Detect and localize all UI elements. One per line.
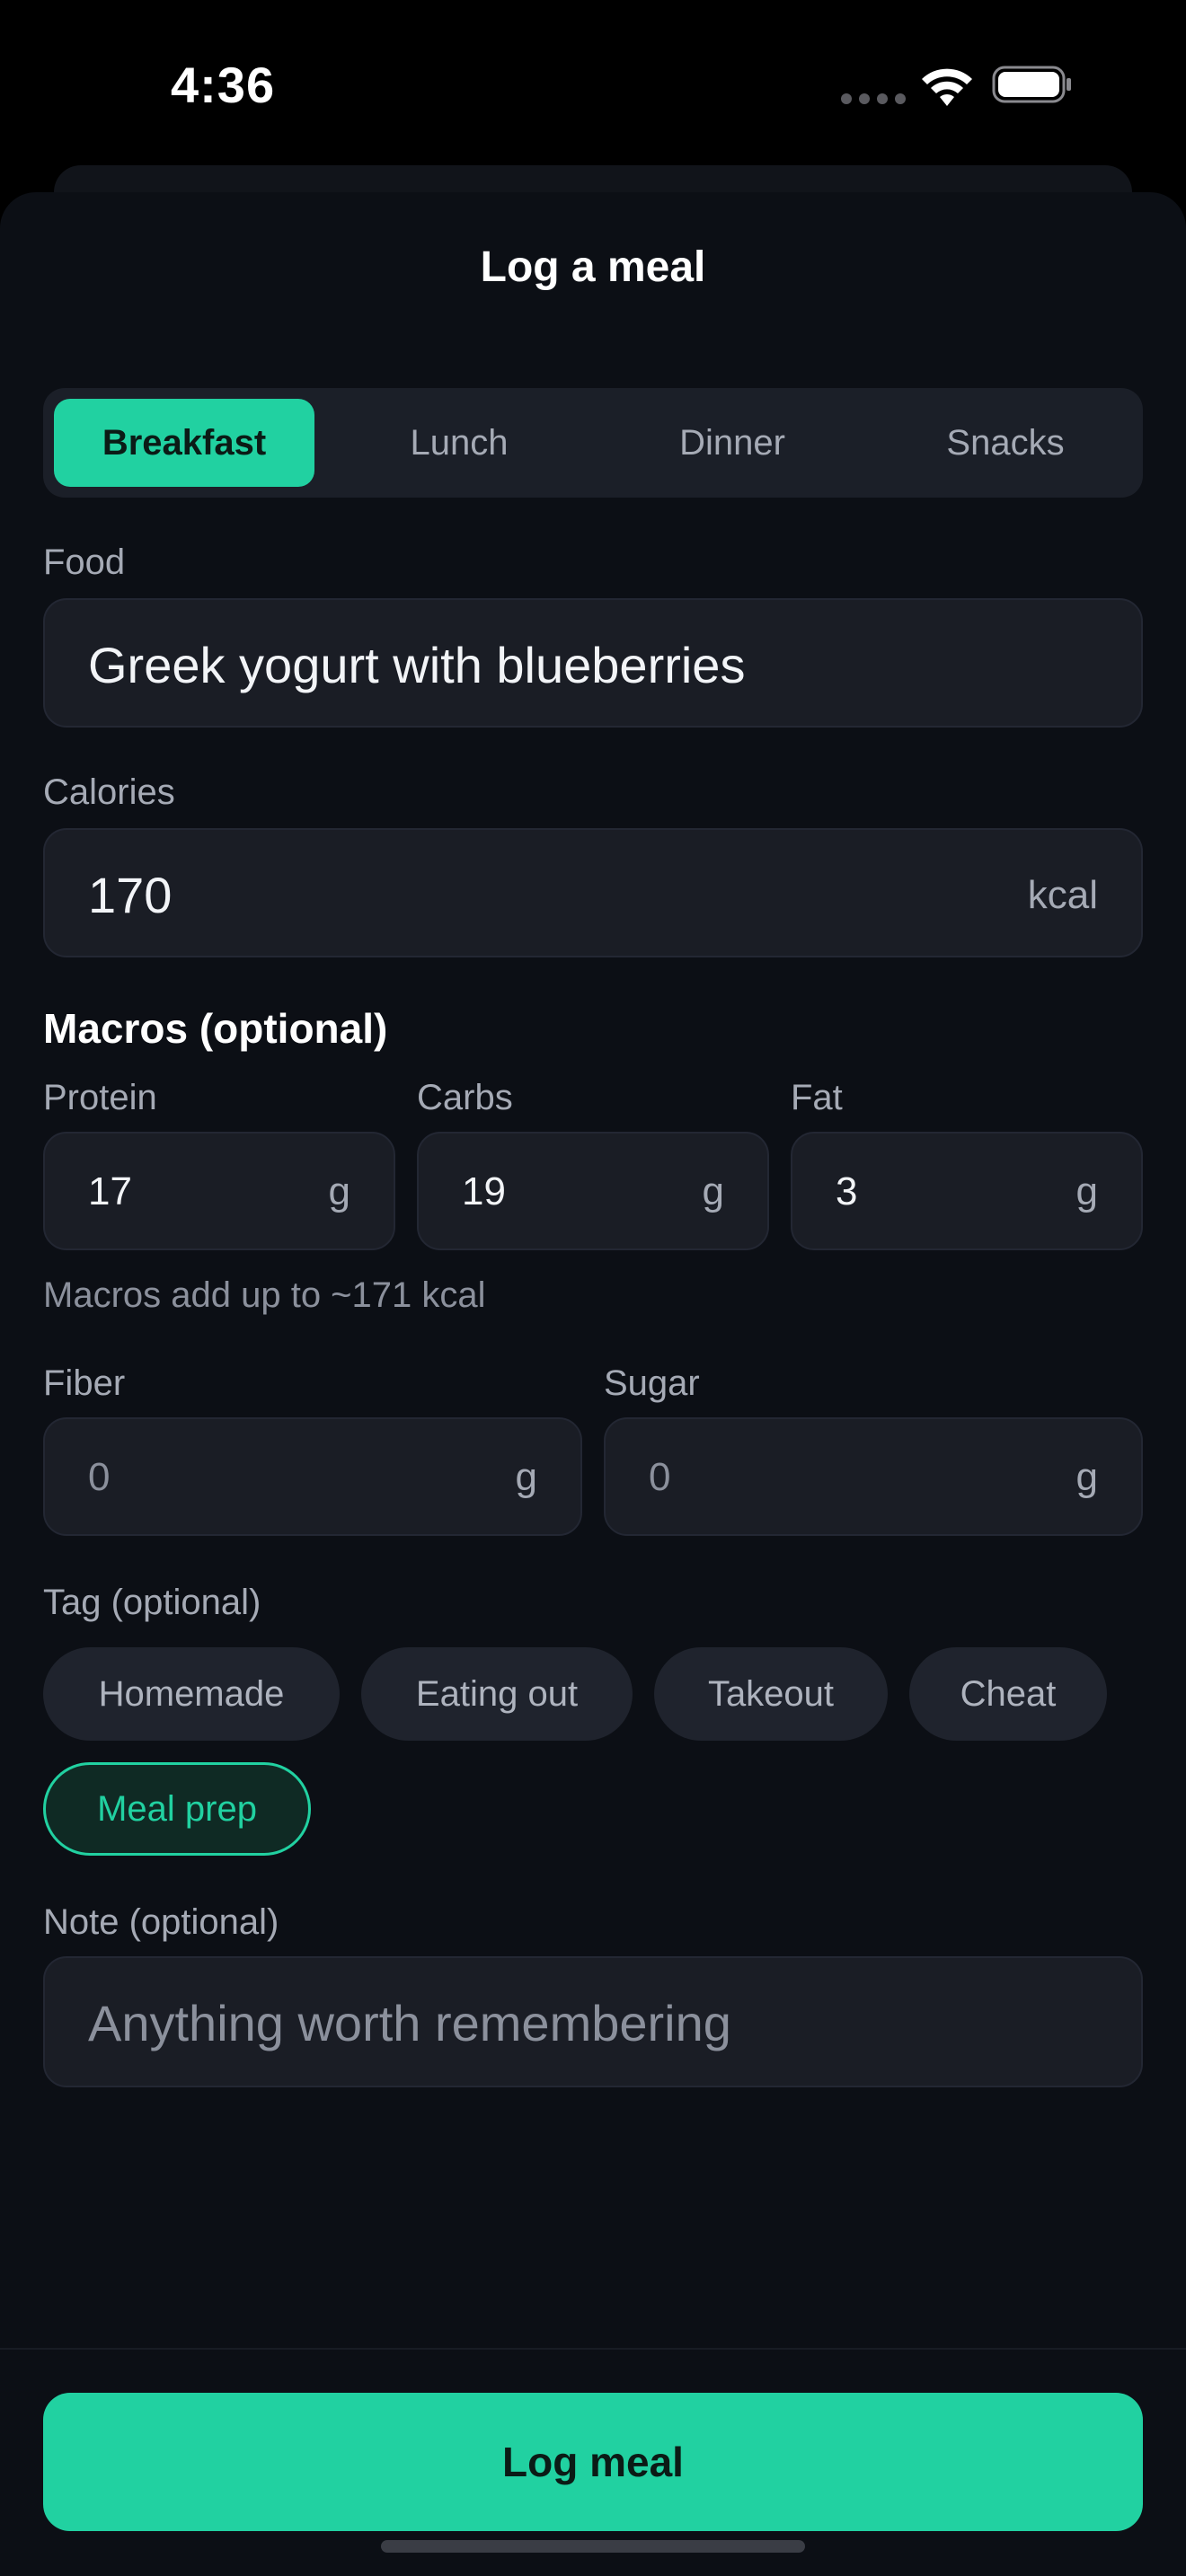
carbs-value: 19 [462,1169,506,1213]
macros-heading: Macros (optional) [43,1005,388,1052]
tab-snacks[interactable]: Snacks [875,399,1136,487]
fat-value: 3 [836,1169,858,1213]
battery-icon [992,66,1071,103]
sheet-title: Log a meal [480,243,706,291]
protein-input[interactable]: 17 g [43,1132,395,1250]
fiber-label: Fiber [43,1363,126,1403]
sugar-placeholder: 0 [649,1455,671,1499]
fiber-unit: g [515,1455,537,1499]
calories-input[interactable]: 170 kcal [43,828,1143,957]
protein-value: 17 [88,1169,132,1213]
calories-input-value: 170 [88,867,173,923]
calories-unit: kcal [1027,873,1098,917]
protein-unit: g [328,1169,350,1213]
note-input[interactable]: Anything worth remembering [43,1956,1143,2087]
carbs-unit: g [702,1169,724,1213]
carbs-input[interactable]: 19 g [417,1132,769,1250]
note-placeholder: Anything worth remembering [88,1995,731,2051]
calories-label: Calories [43,772,175,812]
fat-label: Fat [791,1078,843,1117]
wifi-icon [922,68,972,106]
fiber-input[interactable]: 0 g [43,1417,582,1536]
footer-divider [0,2348,1186,2350]
sugar-unit: g [1075,1455,1098,1499]
tag-chip-meal-prep[interactable]: Meal prep [43,1762,311,1856]
carbs-label: Carbs [417,1078,513,1117]
food-label: Food [43,543,126,582]
fat-unit: g [1075,1169,1098,1213]
home-indicator [381,2540,805,2553]
tag-chip-takeout[interactable]: Takeout [654,1647,888,1741]
sugar-label: Sugar [604,1363,700,1403]
meal-type-segmented-control: Breakfast Lunch Dinner Snacks [43,388,1143,498]
tag-label: Tag (optional) [43,1583,261,1622]
tag-chip-homemade[interactable]: Homemade [43,1647,340,1741]
status-time: 4:36 [171,57,276,113]
tag-chip-cheat[interactable]: Cheat [909,1647,1107,1741]
log-meal-sheet [0,192,1186,2576]
tab-lunch[interactable]: Lunch [329,399,589,487]
log-meal-button[interactable]: Log meal [43,2393,1143,2531]
fiber-placeholder: 0 [88,1455,111,1499]
note-label: Note (optional) [43,1902,279,1942]
macros-helper-text: Macros add up to ~171 kcal [43,1275,486,1315]
tab-dinner[interactable]: Dinner [602,399,863,487]
protein-label: Protein [43,1078,157,1117]
cellular-signal-icon [841,93,906,104]
food-input[interactable]: Greek yogurt with blueberries [43,598,1143,728]
sugar-input[interactable]: 0 g [604,1417,1143,1536]
fat-input[interactable]: 3 g [791,1132,1143,1250]
tag-chip-eating-out[interactable]: Eating out [361,1647,633,1741]
food-input-value: Greek yogurt with blueberries [88,637,746,693]
tab-breakfast[interactable]: Breakfast [54,399,314,487]
